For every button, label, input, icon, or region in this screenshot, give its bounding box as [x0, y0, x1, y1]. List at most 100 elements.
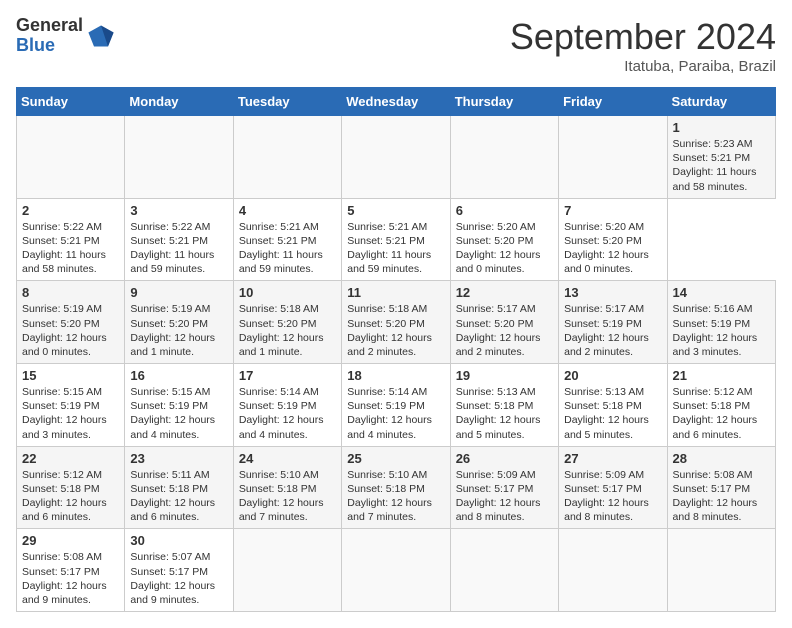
calendar-cell: 14 Sunrise: 5:16 AMSunset: 5:19 PMDaylig…: [667, 281, 775, 364]
calendar-cell: [667, 529, 775, 612]
logo-icon: [87, 22, 115, 50]
calendar-week-row: 15 Sunrise: 5:15 AMSunset: 5:19 PMDaylig…: [17, 364, 776, 447]
day-info: Sunrise: 5:22 AMSunset: 5:21 PMDaylight:…: [130, 221, 214, 276]
day-info: Sunrise: 5:08 AMSunset: 5:17 PMDaylight:…: [22, 551, 107, 606]
day-info: Sunrise: 5:15 AMSunset: 5:19 PMDaylight:…: [130, 386, 215, 441]
day-number: 26: [456, 451, 553, 466]
day-info: Sunrise: 5:17 AMSunset: 5:19 PMDaylight:…: [564, 303, 649, 358]
day-info: Sunrise: 5:13 AMSunset: 5:18 PMDaylight:…: [564, 386, 649, 441]
title-section: September 2024 Itatuba, Paraiba, Brazil: [510, 16, 776, 75]
day-info: Sunrise: 5:08 AMSunset: 5:17 PMDaylight:…: [673, 469, 758, 524]
calendar-cell: [342, 529, 450, 612]
day-number: 18: [347, 368, 444, 383]
day-number: 17: [239, 368, 336, 383]
day-header-tuesday: Tuesday: [233, 88, 341, 116]
calendar-cell: 12 Sunrise: 5:17 AMSunset: 5:20 PMDaylig…: [450, 281, 558, 364]
calendar-cell: 13 Sunrise: 5:17 AMSunset: 5:19 PMDaylig…: [559, 281, 667, 364]
calendar-cell: 1 Sunrise: 5:23 AMSunset: 5:21 PMDayligh…: [667, 116, 775, 199]
calendar-cell: 29 Sunrise: 5:08 AMSunset: 5:17 PMDaylig…: [17, 529, 125, 612]
page-header: General Blue September 2024 Itatuba, Par…: [16, 16, 776, 75]
logo-general: General: [16, 16, 83, 36]
calendar-cell: 16 Sunrise: 5:15 AMSunset: 5:19 PMDaylig…: [125, 364, 233, 447]
calendar-cell: 26 Sunrise: 5:09 AMSunset: 5:17 PMDaylig…: [450, 446, 558, 529]
calendar-cell: [450, 529, 558, 612]
day-number: 27: [564, 451, 661, 466]
calendar-cell: 17 Sunrise: 5:14 AMSunset: 5:19 PMDaylig…: [233, 364, 341, 447]
day-header-thursday: Thursday: [450, 88, 558, 116]
day-number: 22: [22, 451, 119, 466]
day-number: 10: [239, 285, 336, 300]
calendar-week-row: 29 Sunrise: 5:08 AMSunset: 5:17 PMDaylig…: [17, 529, 776, 612]
day-number: 5: [347, 203, 444, 218]
calendar-week-row: 2 Sunrise: 5:22 AMSunset: 5:21 PMDayligh…: [17, 198, 776, 281]
day-number: 13: [564, 285, 661, 300]
day-number: 16: [130, 368, 227, 383]
calendar-week-row: 8 Sunrise: 5:19 AMSunset: 5:20 PMDayligh…: [17, 281, 776, 364]
day-info: Sunrise: 5:09 AMSunset: 5:17 PMDaylight:…: [564, 469, 649, 524]
day-info: Sunrise: 5:19 AMSunset: 5:20 PMDaylight:…: [22, 303, 107, 358]
calendar-cell: 27 Sunrise: 5:09 AMSunset: 5:17 PMDaylig…: [559, 446, 667, 529]
empty-cell: [559, 116, 667, 199]
day-number: 12: [456, 285, 553, 300]
calendar-cell: 8 Sunrise: 5:19 AMSunset: 5:20 PMDayligh…: [17, 281, 125, 364]
day-info: Sunrise: 5:21 AMSunset: 5:21 PMDaylight:…: [347, 221, 431, 276]
calendar-header-row: SundayMondayTuesdayWednesdayThursdayFrid…: [17, 88, 776, 116]
empty-cell: [342, 116, 450, 199]
day-header-friday: Friday: [559, 88, 667, 116]
day-info: Sunrise: 5:20 AMSunset: 5:20 PMDaylight:…: [564, 221, 649, 276]
calendar-table: SundayMondayTuesdayWednesdayThursdayFrid…: [16, 87, 776, 612]
day-number: 19: [456, 368, 553, 383]
calendar-cell: 25 Sunrise: 5:10 AMSunset: 5:18 PMDaylig…: [342, 446, 450, 529]
day-info: Sunrise: 5:20 AMSunset: 5:20 PMDaylight:…: [456, 221, 541, 276]
day-info: Sunrise: 5:16 AMSunset: 5:19 PMDaylight:…: [673, 303, 758, 358]
calendar-cell: 5 Sunrise: 5:21 AMSunset: 5:21 PMDayligh…: [342, 198, 450, 281]
calendar-cell: 28 Sunrise: 5:08 AMSunset: 5:17 PMDaylig…: [667, 446, 775, 529]
day-info: Sunrise: 5:19 AMSunset: 5:20 PMDaylight:…: [130, 303, 215, 358]
empty-cell: [125, 116, 233, 199]
day-info: Sunrise: 5:18 AMSunset: 5:20 PMDaylight:…: [239, 303, 324, 358]
calendar-cell: 10 Sunrise: 5:18 AMSunset: 5:20 PMDaylig…: [233, 281, 341, 364]
month-title: September 2024: [510, 16, 776, 58]
day-info: Sunrise: 5:12 AMSunset: 5:18 PMDaylight:…: [673, 386, 758, 441]
day-number: 1: [673, 120, 770, 135]
calendar-cell: 2 Sunrise: 5:22 AMSunset: 5:21 PMDayligh…: [17, 198, 125, 281]
calendar-cell: [559, 529, 667, 612]
calendar-week-row: 1 Sunrise: 5:23 AMSunset: 5:21 PMDayligh…: [17, 116, 776, 199]
calendar-cell: 24 Sunrise: 5:10 AMSunset: 5:18 PMDaylig…: [233, 446, 341, 529]
day-number: 3: [130, 203, 227, 218]
day-number: 9: [130, 285, 227, 300]
calendar-cell: 22 Sunrise: 5:12 AMSunset: 5:18 PMDaylig…: [17, 446, 125, 529]
day-info: Sunrise: 5:14 AMSunset: 5:19 PMDaylight:…: [347, 386, 432, 441]
day-info: Sunrise: 5:14 AMSunset: 5:19 PMDaylight:…: [239, 386, 324, 441]
day-info: Sunrise: 5:10 AMSunset: 5:18 PMDaylight:…: [347, 469, 432, 524]
day-header-wednesday: Wednesday: [342, 88, 450, 116]
calendar-week-row: 22 Sunrise: 5:12 AMSunset: 5:18 PMDaylig…: [17, 446, 776, 529]
day-info: Sunrise: 5:10 AMSunset: 5:18 PMDaylight:…: [239, 469, 324, 524]
day-info: Sunrise: 5:13 AMSunset: 5:18 PMDaylight:…: [456, 386, 541, 441]
location: Itatuba, Paraiba, Brazil: [510, 58, 776, 75]
day-header-saturday: Saturday: [667, 88, 775, 116]
logo: General Blue: [16, 16, 115, 56]
day-number: 24: [239, 451, 336, 466]
day-info: Sunrise: 5:12 AMSunset: 5:18 PMDaylight:…: [22, 469, 107, 524]
day-info: Sunrise: 5:15 AMSunset: 5:19 PMDaylight:…: [22, 386, 107, 441]
day-info: Sunrise: 5:07 AMSunset: 5:17 PMDaylight:…: [130, 551, 215, 606]
calendar-cell: 9 Sunrise: 5:19 AMSunset: 5:20 PMDayligh…: [125, 281, 233, 364]
day-info: Sunrise: 5:17 AMSunset: 5:20 PMDaylight:…: [456, 303, 541, 358]
day-number: 21: [673, 368, 770, 383]
day-info: Sunrise: 5:21 AMSunset: 5:21 PMDaylight:…: [239, 221, 323, 276]
day-info: Sunrise: 5:23 AMSunset: 5:21 PMDaylight:…: [673, 138, 757, 193]
calendar-cell: 21 Sunrise: 5:12 AMSunset: 5:18 PMDaylig…: [667, 364, 775, 447]
empty-cell: [450, 116, 558, 199]
calendar-cell: 19 Sunrise: 5:13 AMSunset: 5:18 PMDaylig…: [450, 364, 558, 447]
day-number: 2: [22, 203, 119, 218]
calendar-cell: [233, 529, 341, 612]
day-number: 30: [130, 533, 227, 548]
calendar-cell: 3 Sunrise: 5:22 AMSunset: 5:21 PMDayligh…: [125, 198, 233, 281]
day-number: 25: [347, 451, 444, 466]
calendar-cell: 11 Sunrise: 5:18 AMSunset: 5:20 PMDaylig…: [342, 281, 450, 364]
day-info: Sunrise: 5:11 AMSunset: 5:18 PMDaylight:…: [130, 469, 215, 524]
day-number: 20: [564, 368, 661, 383]
day-info: Sunrise: 5:22 AMSunset: 5:21 PMDaylight:…: [22, 221, 106, 276]
day-number: 29: [22, 533, 119, 548]
